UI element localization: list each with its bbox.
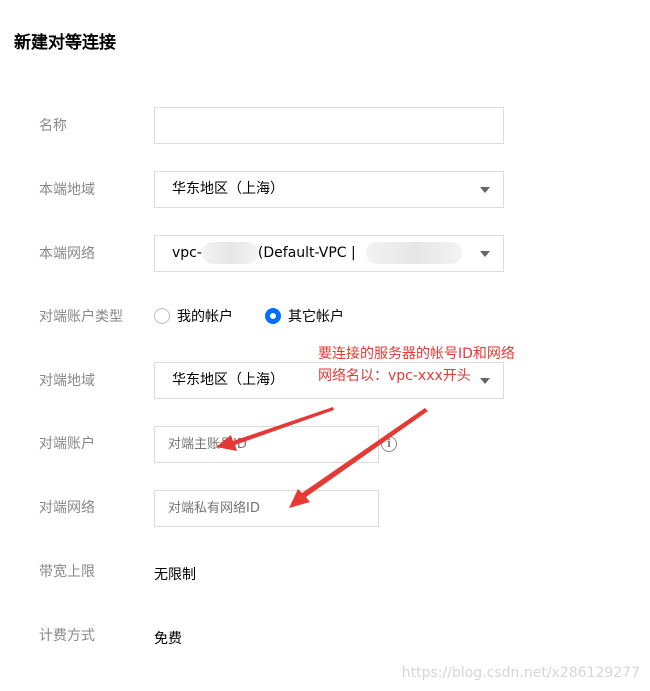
arrow-to-peer-network <box>289 408 428 508</box>
arrow-to-peer-account <box>216 407 334 451</box>
watermark: https://blog.csdn.net/x286129277 <box>401 665 640 681</box>
annotation-arrows <box>216 407 428 508</box>
